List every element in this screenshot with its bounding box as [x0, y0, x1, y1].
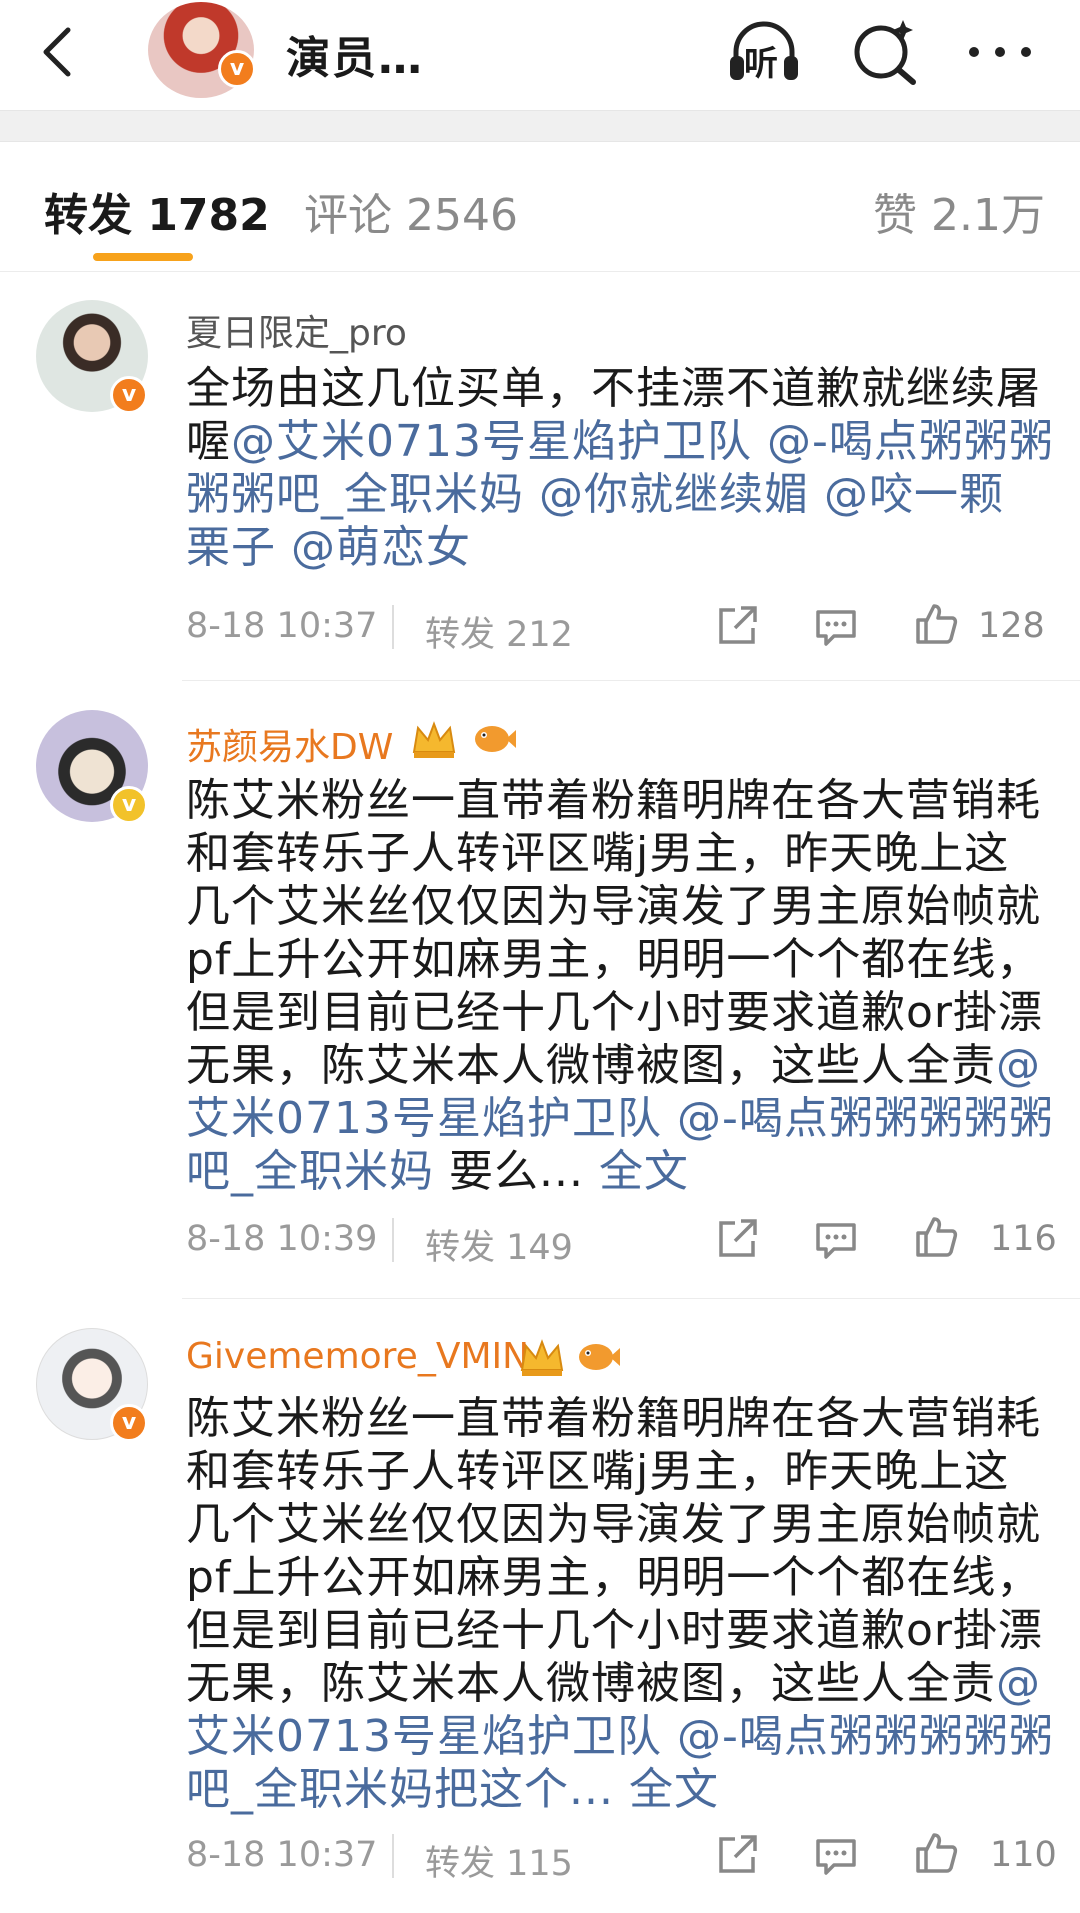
text-line: 粥粥吧_全职米妈 @你就继续媚 @咬一颗: [186, 468, 1046, 521]
mention-link[interactable]: @: [996, 1658, 1041, 1709]
vip-crown-icon: [518, 1336, 566, 1378]
expand-full-text-link[interactable]: 全文: [599, 1146, 689, 1197]
timestamp: 8-18 10:37: [186, 606, 378, 646]
tab-bar: 转发 1782 评论 2546 赞 2.1万: [0, 141, 1080, 272]
repost-text: 陈艾米粉丝一直带着粉籍明牌在各大营销耗 和套转乐子人转评区嘴j男主，昨天晚上这 几个…: [186, 1392, 1053, 1816]
text-segment: 但是到目前已经十几个小时要求道歉or掛漂: [186, 1605, 1044, 1656]
meta-divider: [392, 1834, 394, 1878]
text-line: pf上升公开如麻男主，明明一个个都在线，: [186, 1551, 1046, 1604]
comment-bubble-icon[interactable]: [812, 1831, 860, 1879]
fish-badge-icon: [470, 718, 518, 760]
text-segment: 几个艾米丝仅仅因为导演发了男主原始帧就: [186, 881, 1041, 932]
mention-link[interactable]: 吧_全职米妈把这个...: [186, 1764, 629, 1815]
text-line: 但是到目前已经十几个小时要求道歉or掛漂: [186, 1604, 1046, 1657]
text-line: 喔@艾米0713号星焰护卫队 @-喝点粥粥粥: [186, 415, 1053, 468]
listen-headphone-icon[interactable]: 听: [724, 12, 804, 92]
top-bar: v 演员… 听: [0, 0, 1080, 110]
text-segment: 但是到目前已经十几个小时要求道歉or掛漂: [186, 987, 1044, 1038]
like-thumb-icon[interactable]: [912, 1213, 960, 1261]
mention-link[interactable]: 艾米0713号星焰护卫队 @-喝点粥粥粥粥粥: [186, 1093, 1054, 1144]
repost-count: 转发 149: [425, 1228, 573, 1268]
verified-badge-icon: v: [110, 376, 148, 414]
like-thumb-icon[interactable]: [912, 600, 960, 648]
text-segment: 和套转乐子人转评区嘴j男主，昨天晚上这: [186, 828, 1010, 879]
repost-item: v 苏颜易水DW 陈艾米粉丝一直带着粉籍明牌在各大营销耗 和套转乐子人转评区嘴j男…: [0, 682, 1080, 1300]
comment-bubble-icon[interactable]: [812, 1215, 860, 1263]
text-line: 栗子 @萌恋女: [186, 521, 1046, 574]
mention-link[interactable]: @: [996, 1040, 1041, 1091]
tab-likes[interactable]: 赞 2.1万: [873, 179, 1045, 243]
more-options-icon[interactable]: [960, 12, 1040, 92]
mention-link[interactable]: 栗子 @萌恋女: [186, 522, 471, 573]
item-divider: [182, 1298, 1080, 1299]
text-line: 但是到目前已经十几个小时要求道歉or掛漂: [186, 986, 1046, 1039]
text-segment: pf上升公开如麻男主，明明一个个都在线，: [186, 1552, 1042, 1603]
text-line: 和套转乐子人转评区嘴j男主，昨天晚上这: [186, 827, 1046, 880]
mention-link[interactable]: 吧_全职米妈: [186, 1146, 434, 1197]
page-title: 演员…: [286, 33, 424, 84]
text-segment: 要么...: [434, 1146, 599, 1197]
text-segment: 无果，陈艾米本人微博被图，这些人全责: [186, 1658, 996, 1709]
repost-text: 陈艾米粉丝一直带着粉籍明牌在各大营销耗 和套转乐子人转评区嘴j男主，昨天晚上这 几个…: [186, 774, 1053, 1198]
mention-link[interactable]: 粥粥吧_全职米妈 @你就继续媚 @咬一颗: [186, 469, 1004, 520]
like-count: 110: [990, 1835, 1057, 1875]
share-icon[interactable]: [713, 1831, 761, 1879]
vip-crown-icon: [410, 718, 458, 760]
timestamp: 8-18 10:37: [186, 1835, 378, 1875]
username[interactable]: 夏日限定_pro: [186, 304, 407, 356]
text-line: 吧_全职米妈 要么... 全文: [186, 1145, 1046, 1198]
text-line: 全场由这几位买单，不挂漂不道歉就继续屠: [186, 362, 1046, 415]
text-line: 和套转乐子人转评区嘴j男主，昨天晚上这: [186, 1445, 1046, 1498]
item-divider: [182, 680, 1080, 681]
active-tab-indicator: [93, 253, 193, 261]
verified-badge-icon: v: [110, 786, 148, 824]
username[interactable]: 苏颜易水DW: [186, 718, 393, 770]
meta-divider: [392, 1218, 394, 1262]
share-icon[interactable]: [713, 1215, 761, 1263]
mention-link[interactable]: 艾米0713号星焰护卫队 @-喝点粥粥粥粥粥: [186, 1711, 1054, 1762]
fish-badge-icon: [574, 1336, 622, 1378]
text-line: 无果，陈艾米本人微博被图，这些人全责@: [186, 1657, 1046, 1710]
search-icon[interactable]: [845, 12, 925, 92]
text-segment: 陈艾米粉丝一直带着粉籍明牌在各大营销耗: [186, 1393, 1041, 1444]
text-line: 陈艾米粉丝一直带着粉籍明牌在各大营销耗: [186, 1392, 1046, 1445]
tab-reposts[interactable]: 转发 1782: [44, 179, 270, 243]
share-icon[interactable]: [713, 602, 761, 650]
text-segment: 几个艾米丝仅仅因为导演发了男主原始帧就: [186, 1499, 1041, 1550]
meta-divider: [392, 605, 394, 649]
repost-count: 转发 115: [425, 1844, 573, 1884]
repost-item: v 夏日限定_pro 全场由这几位买单，不挂漂不道歉就继续屠 喔@艾米0713号星…: [0, 272, 1080, 682]
text-line: 几个艾米丝仅仅因为导演发了男主原始帧就: [186, 880, 1046, 933]
text-line: 无果，陈艾米本人微博被图，这些人全责@: [186, 1039, 1046, 1092]
tab-comments[interactable]: 评论 2546: [304, 179, 518, 243]
text-segment: 和套转乐子人转评区嘴j男主，昨天晚上这: [186, 1446, 1010, 1497]
like-thumb-icon[interactable]: [912, 1829, 960, 1877]
like-count: 116: [990, 1219, 1057, 1259]
timestamp: 8-18 10:39: [186, 1219, 378, 1259]
repost-count: 转发 212: [425, 615, 573, 655]
text-segment: 无果，陈艾米本人微博被图，这些人全责: [186, 1040, 996, 1091]
text-segment: 喔: [186, 416, 231, 467]
verified-badge-icon: v: [218, 50, 256, 88]
comment-bubble-icon[interactable]: [812, 602, 860, 650]
section-separator: [0, 110, 1080, 142]
verified-badge-icon: v: [110, 1404, 148, 1442]
repost-text: 全场由这几位买单，不挂漂不道歉就继续屠 喔@艾米0713号星焰护卫队 @-喝点粥粥…: [186, 362, 1053, 574]
expand-full-text-link[interactable]: 全文: [629, 1764, 719, 1815]
text-line: 陈艾米粉丝一直带着粉籍明牌在各大营销耗: [186, 774, 1046, 827]
text-segment: 陈艾米粉丝一直带着粉籍明牌在各大营销耗: [186, 775, 1041, 826]
text-line: 几个艾米丝仅仅因为导演发了男主原始帧就: [186, 1498, 1046, 1551]
text-line: 吧_全职米妈把这个... 全文: [186, 1763, 1046, 1816]
text-line: pf上升公开如麻男主，明明一个个都在线，: [186, 933, 1046, 986]
like-count: 128: [978, 606, 1045, 646]
text-segment: 全场由这几位买单，不挂漂不道歉就继续屠: [186, 363, 1041, 414]
repost-item: v Givememore_VMIN 陈艾米粉丝一直带着粉籍明牌在各大营销耗 和套转…: [0, 1300, 1080, 1913]
back-chevron-icon[interactable]: [38, 14, 78, 84]
text-segment: pf上升公开如麻男主，明明一个个都在线，: [186, 934, 1042, 985]
username[interactable]: Givememore_VMIN: [186, 1336, 529, 1377]
mention-link[interactable]: @艾米0713号星焰护卫队 @-喝点粥粥粥: [231, 416, 1054, 467]
text-line: 艾米0713号星焰护卫队 @-喝点粥粥粥粥粥: [186, 1710, 1053, 1763]
text-line: 艾米0713号星焰护卫队 @-喝点粥粥粥粥粥: [186, 1092, 1053, 1145]
listen-label: 听: [744, 44, 778, 84]
